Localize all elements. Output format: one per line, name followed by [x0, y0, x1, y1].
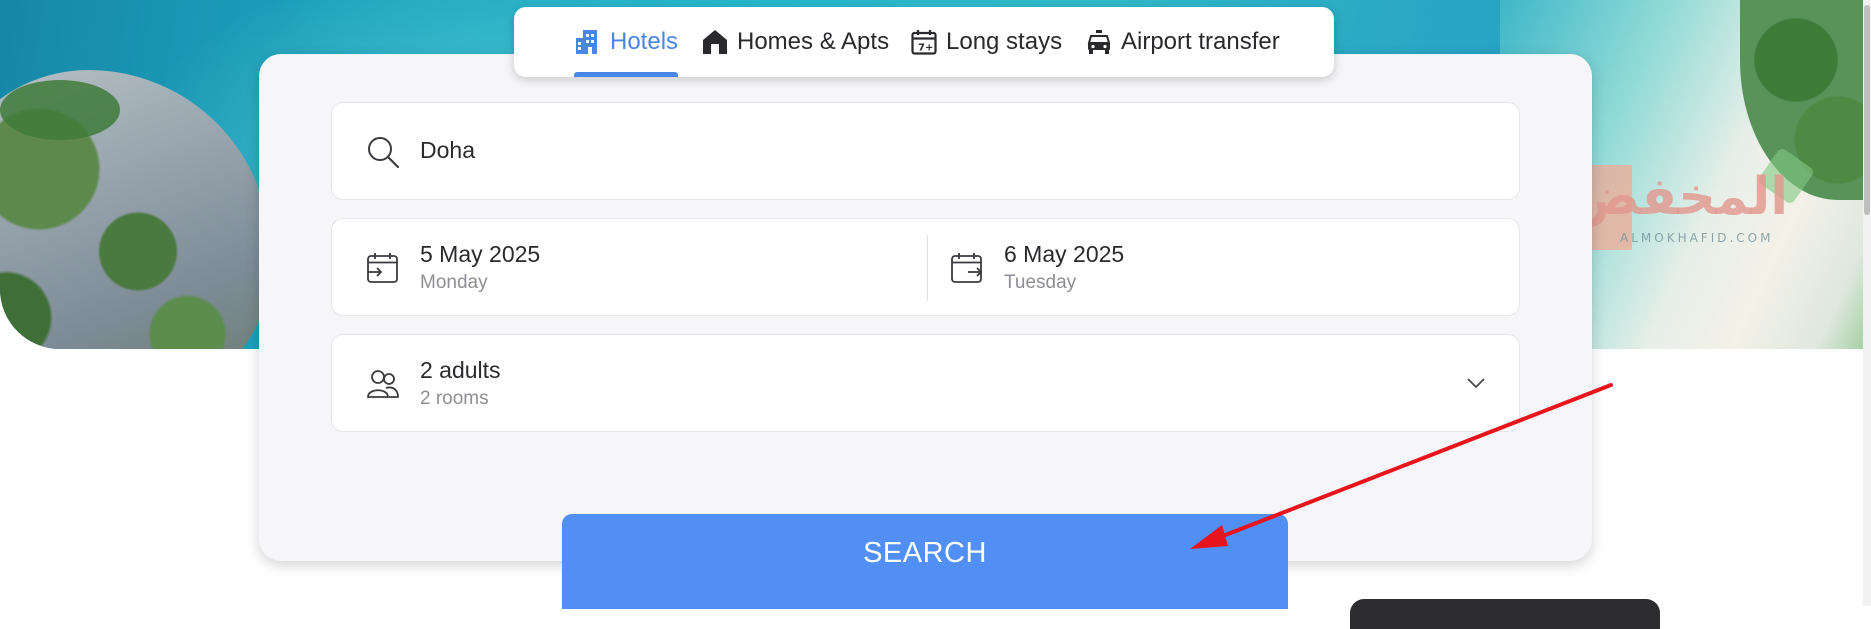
guests-value: 2 adults [420, 357, 501, 383]
check-in-date[interactable]: 5 May 2025 Monday [332, 219, 927, 315]
watermark-logo: المخفض ALMOKHAFID.COM [1560, 146, 1816, 250]
hotel-building-icon [574, 28, 602, 56]
tab-homes-apts-label: Homes & Apts [737, 28, 890, 55]
search-icon [366, 135, 400, 169]
check-in-date-value: 5 May 2025 [420, 241, 541, 267]
tab-homes-apts[interactable]: Homes & Apts [701, 7, 889, 77]
search-button-label: SEARCH [863, 537, 987, 569]
tab-airport-transfer-label: Airport transfer [1121, 28, 1280, 55]
calendar-check-out-icon [950, 251, 984, 285]
house-icon [701, 28, 729, 56]
watermark-latin-text: ALMOKHAFID.COM [1620, 231, 1774, 245]
hero-island-vegetation [0, 80, 120, 140]
page-scrollbar[interactable] [1863, 0, 1871, 606]
check-in-weekday: Monday [420, 272, 488, 293]
check-out-date-value: 6 May 2025 [1004, 241, 1125, 267]
dates-field: 5 May 2025 Monday 6 May 2025 Tuesday [331, 218, 1520, 316]
scrollbar-thumb[interactable] [1864, 5, 1870, 215]
tab-active-indicator [574, 72, 679, 77]
tab-hotels-label: Hotels [610, 28, 679, 55]
search-button[interactable]: SEARCH [562, 514, 1288, 609]
check-out-date[interactable]: 6 May 2025 Tuesday [928, 219, 1519, 315]
destination-value: Doha [420, 137, 475, 163]
floating-panel-edge [1350, 599, 1660, 629]
calendar-check-in-icon [366, 251, 400, 285]
tab-hotels[interactable]: Hotels [574, 7, 679, 77]
chevron-down-icon[interactable] [1465, 372, 1487, 394]
rooms-value: 2 rooms [420, 388, 489, 409]
check-out-weekday: Tuesday [1004, 272, 1077, 293]
tab-airport-transfer[interactable]: Airport transfer [1085, 7, 1280, 77]
tab-long-stays-label: Long stays [946, 28, 1063, 55]
calendar-7-icon: 7+ [910, 28, 938, 56]
people-icon [366, 367, 400, 401]
watermark-arabic-text: المخفض [1570, 167, 1789, 227]
destination-search-field[interactable]: Doha [331, 102, 1520, 200]
car-transfer-icon [1085, 28, 1113, 56]
tab-long-stays[interactable]: 7+ Long stays [910, 7, 1062, 77]
occupancy-field[interactable]: 2 adults 2 rooms [331, 334, 1520, 432]
product-tabs: Hotels Homes & Apts 7+ Long stays Airpor… [514, 7, 1334, 77]
svg-text:7+: 7+ [918, 43, 933, 54]
